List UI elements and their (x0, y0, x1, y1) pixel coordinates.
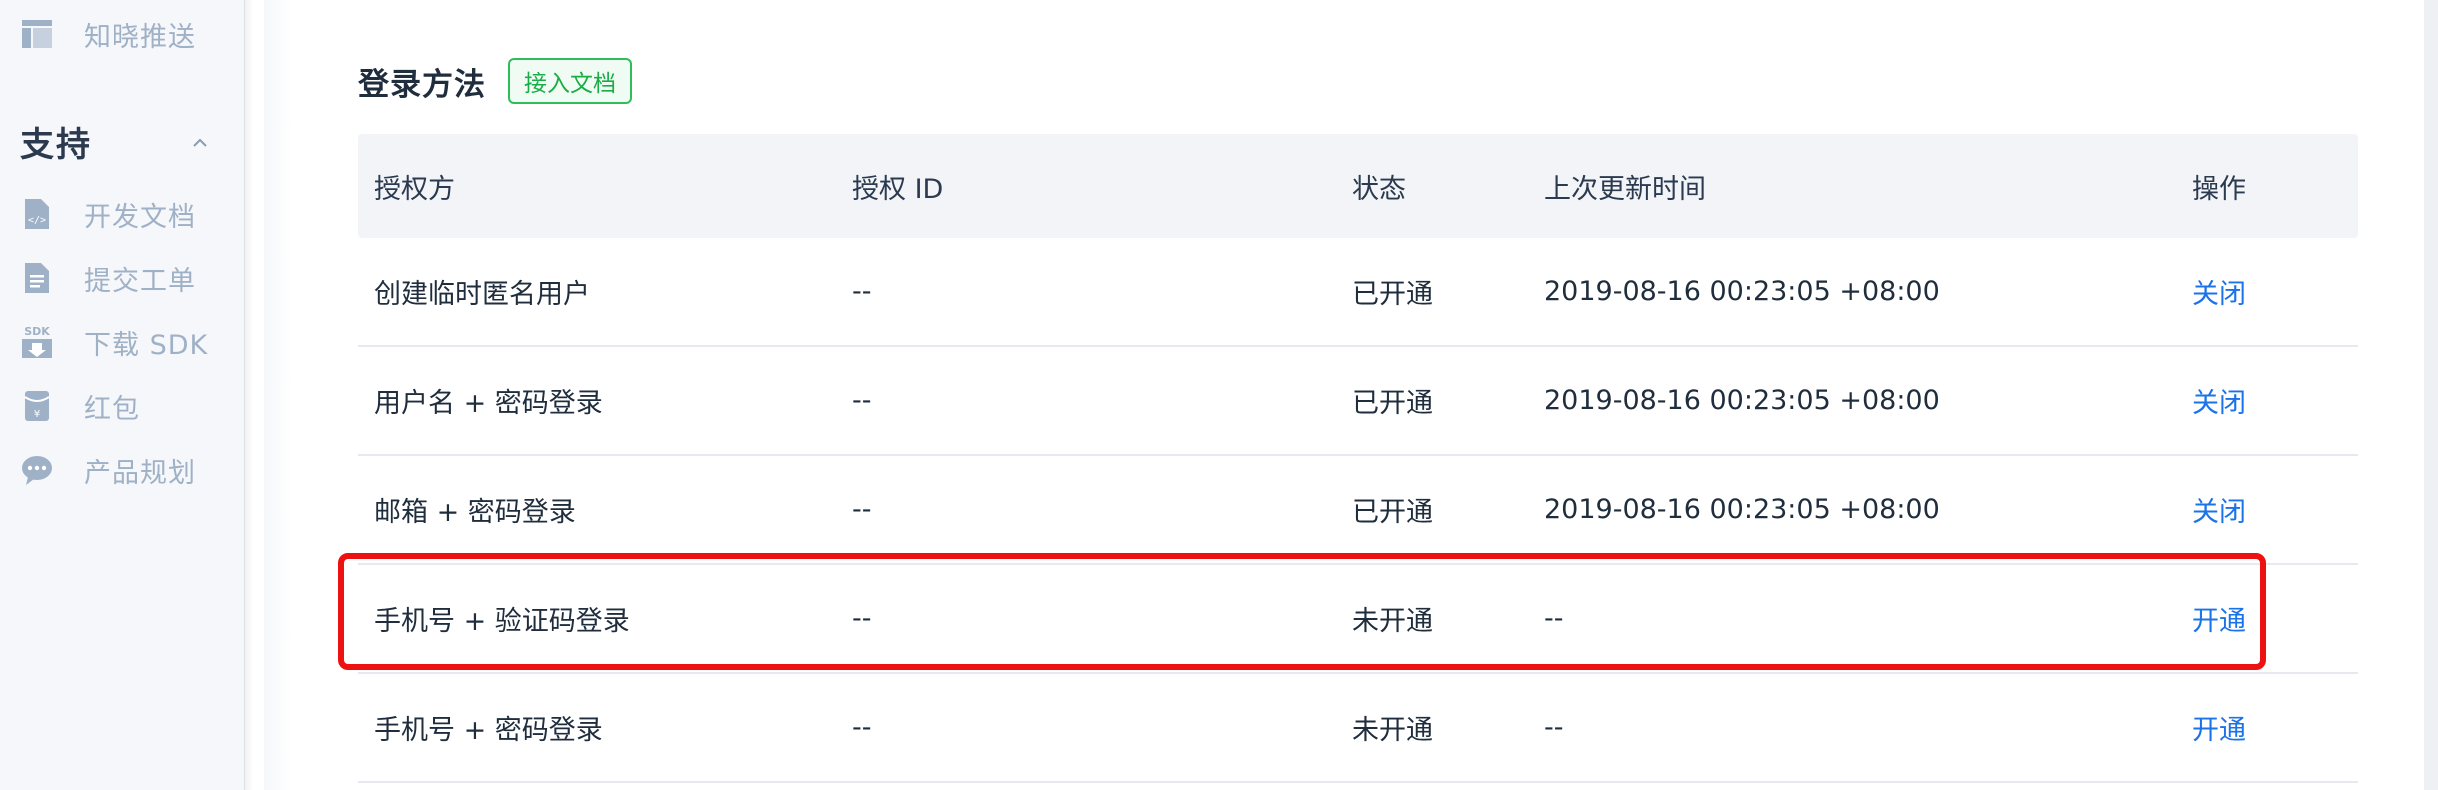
sidebar-item-label: 知晓推送 (84, 21, 196, 53)
updated-cell: 2019-08-16 00:23:05 +08:00 (1544, 385, 1940, 416)
docs-link-tag[interactable]: 接入文档 (508, 58, 632, 104)
login-methods-table: 授权方 授权 ID 状态 上次更新时间 操作 创建临时匿名用户 -- 已开通 2… (358, 134, 2358, 783)
support-section-toggle[interactable]: 支持 (20, 116, 212, 166)
disable-link[interactable]: 关闭 (2192, 490, 2246, 529)
sdk-download-icon: SDK (20, 325, 54, 359)
column-header-provider: 授权方 (374, 173, 455, 205)
svg-text:¥: ¥ (34, 409, 40, 420)
sidebar-item-label: 提交工单 (84, 265, 196, 297)
sidebar-item-submit-ticket[interactable]: 提交工单 (20, 258, 196, 298)
sidebar-shadow (244, 0, 254, 790)
sidebar-item-push[interactable]: 知晓推送 (20, 14, 196, 54)
document-icon (20, 261, 54, 295)
provider-cell: 创建临时匿名用户 (374, 279, 590, 310)
column-header-auth-id: 授权 ID (852, 173, 944, 205)
auth-id-cell: -- (852, 603, 872, 634)
status-cell: 未开通 (1352, 606, 1433, 637)
column-header-updated: 上次更新时间 (1544, 173, 1706, 205)
updated-cell: -- (1544, 603, 1564, 634)
status-cell: 已开通 (1352, 497, 1433, 528)
auth-id-cell: -- (852, 385, 872, 416)
sidebar-item-download-sdk[interactable]: SDK 下载 SDK (20, 322, 208, 362)
auth-id-cell: -- (852, 712, 872, 743)
code-doc-icon: </> (20, 197, 54, 231)
status-cell: 未开通 (1352, 715, 1433, 746)
auth-id-cell: -- (852, 494, 872, 525)
updated-cell: 2019-08-16 00:23:05 +08:00 (1544, 494, 1940, 525)
status-cell: 已开通 (1352, 279, 1433, 310)
table-row: 用户名 + 密码登录 -- 已开通 2019-08-16 00:23:05 +0… (358, 347, 2358, 456)
sidebar-item-label: 下载 SDK (84, 329, 209, 361)
disable-link[interactable]: 关闭 (2192, 272, 2246, 311)
table-header: 授权方 授权 ID 状态 上次更新时间 操作 (358, 134, 2358, 238)
red-packet-icon: ¥ (20, 389, 54, 423)
table-row: 邮箱 + 密码登录 -- 已开通 2019-08-16 00:23:05 +08… (358, 456, 2358, 565)
sidebar-item-label: 产品规划 (84, 457, 196, 489)
svg-text:SDK: SDK (24, 325, 50, 338)
table-row: 手机号 + 验证码登录 -- 未开通 -- 开通 (358, 565, 2358, 674)
svg-text:</>: </> (28, 215, 46, 226)
sidebar-item-label: 红包 (84, 393, 140, 425)
chat-bubble-icon (20, 453, 54, 487)
column-header-status: 状态 (1352, 173, 1406, 205)
updated-cell: 2019-08-16 00:23:05 +08:00 (1544, 276, 1940, 307)
updated-cell: -- (1544, 712, 1564, 743)
status-cell: 已开通 (1352, 388, 1433, 419)
provider-cell: 手机号 + 密码登录 (374, 715, 603, 746)
page-title: 登录方法 (358, 66, 486, 103)
sidebar-item-label: 开发文档 (84, 201, 196, 233)
provider-cell: 用户名 + 密码登录 (374, 388, 603, 419)
provider-cell: 邮箱 + 密码登录 (374, 497, 576, 528)
table-row: 创建临时匿名用户 -- 已开通 2019-08-16 00:23:05 +08:… (358, 238, 2358, 347)
sidebar: 知晓推送 支持 </> 开发文档 提交工单 SDK 下载 SDK ¥ 红包 产品… (0, 0, 254, 790)
disable-link[interactable]: 关闭 (2192, 381, 2246, 420)
layout-icon (20, 17, 54, 51)
chevron-up-icon (192, 129, 208, 153)
sidebar-item-red-packet[interactable]: ¥ 红包 (20, 386, 140, 426)
enable-link[interactable]: 开通 (2192, 599, 2246, 638)
sidebar-item-product-roadmap[interactable]: 产品规划 (20, 450, 196, 490)
sidebar-item-dev-docs[interactable]: </> 开发文档 (20, 194, 196, 234)
auth-id-cell: -- (852, 276, 872, 307)
enable-link[interactable]: 开通 (2192, 708, 2246, 747)
content-shadow (264, 0, 292, 790)
provider-cell: 手机号 + 验证码登录 (374, 606, 630, 637)
column-header-action: 操作 (2192, 173, 2246, 205)
table-row: 手机号 + 密码登录 -- 未开通 -- 开通 (358, 674, 2358, 783)
section-heading: 登录方法 接入文档 (358, 58, 632, 104)
page-edge (2424, 0, 2438, 790)
section-title: 支持 (20, 124, 92, 165)
